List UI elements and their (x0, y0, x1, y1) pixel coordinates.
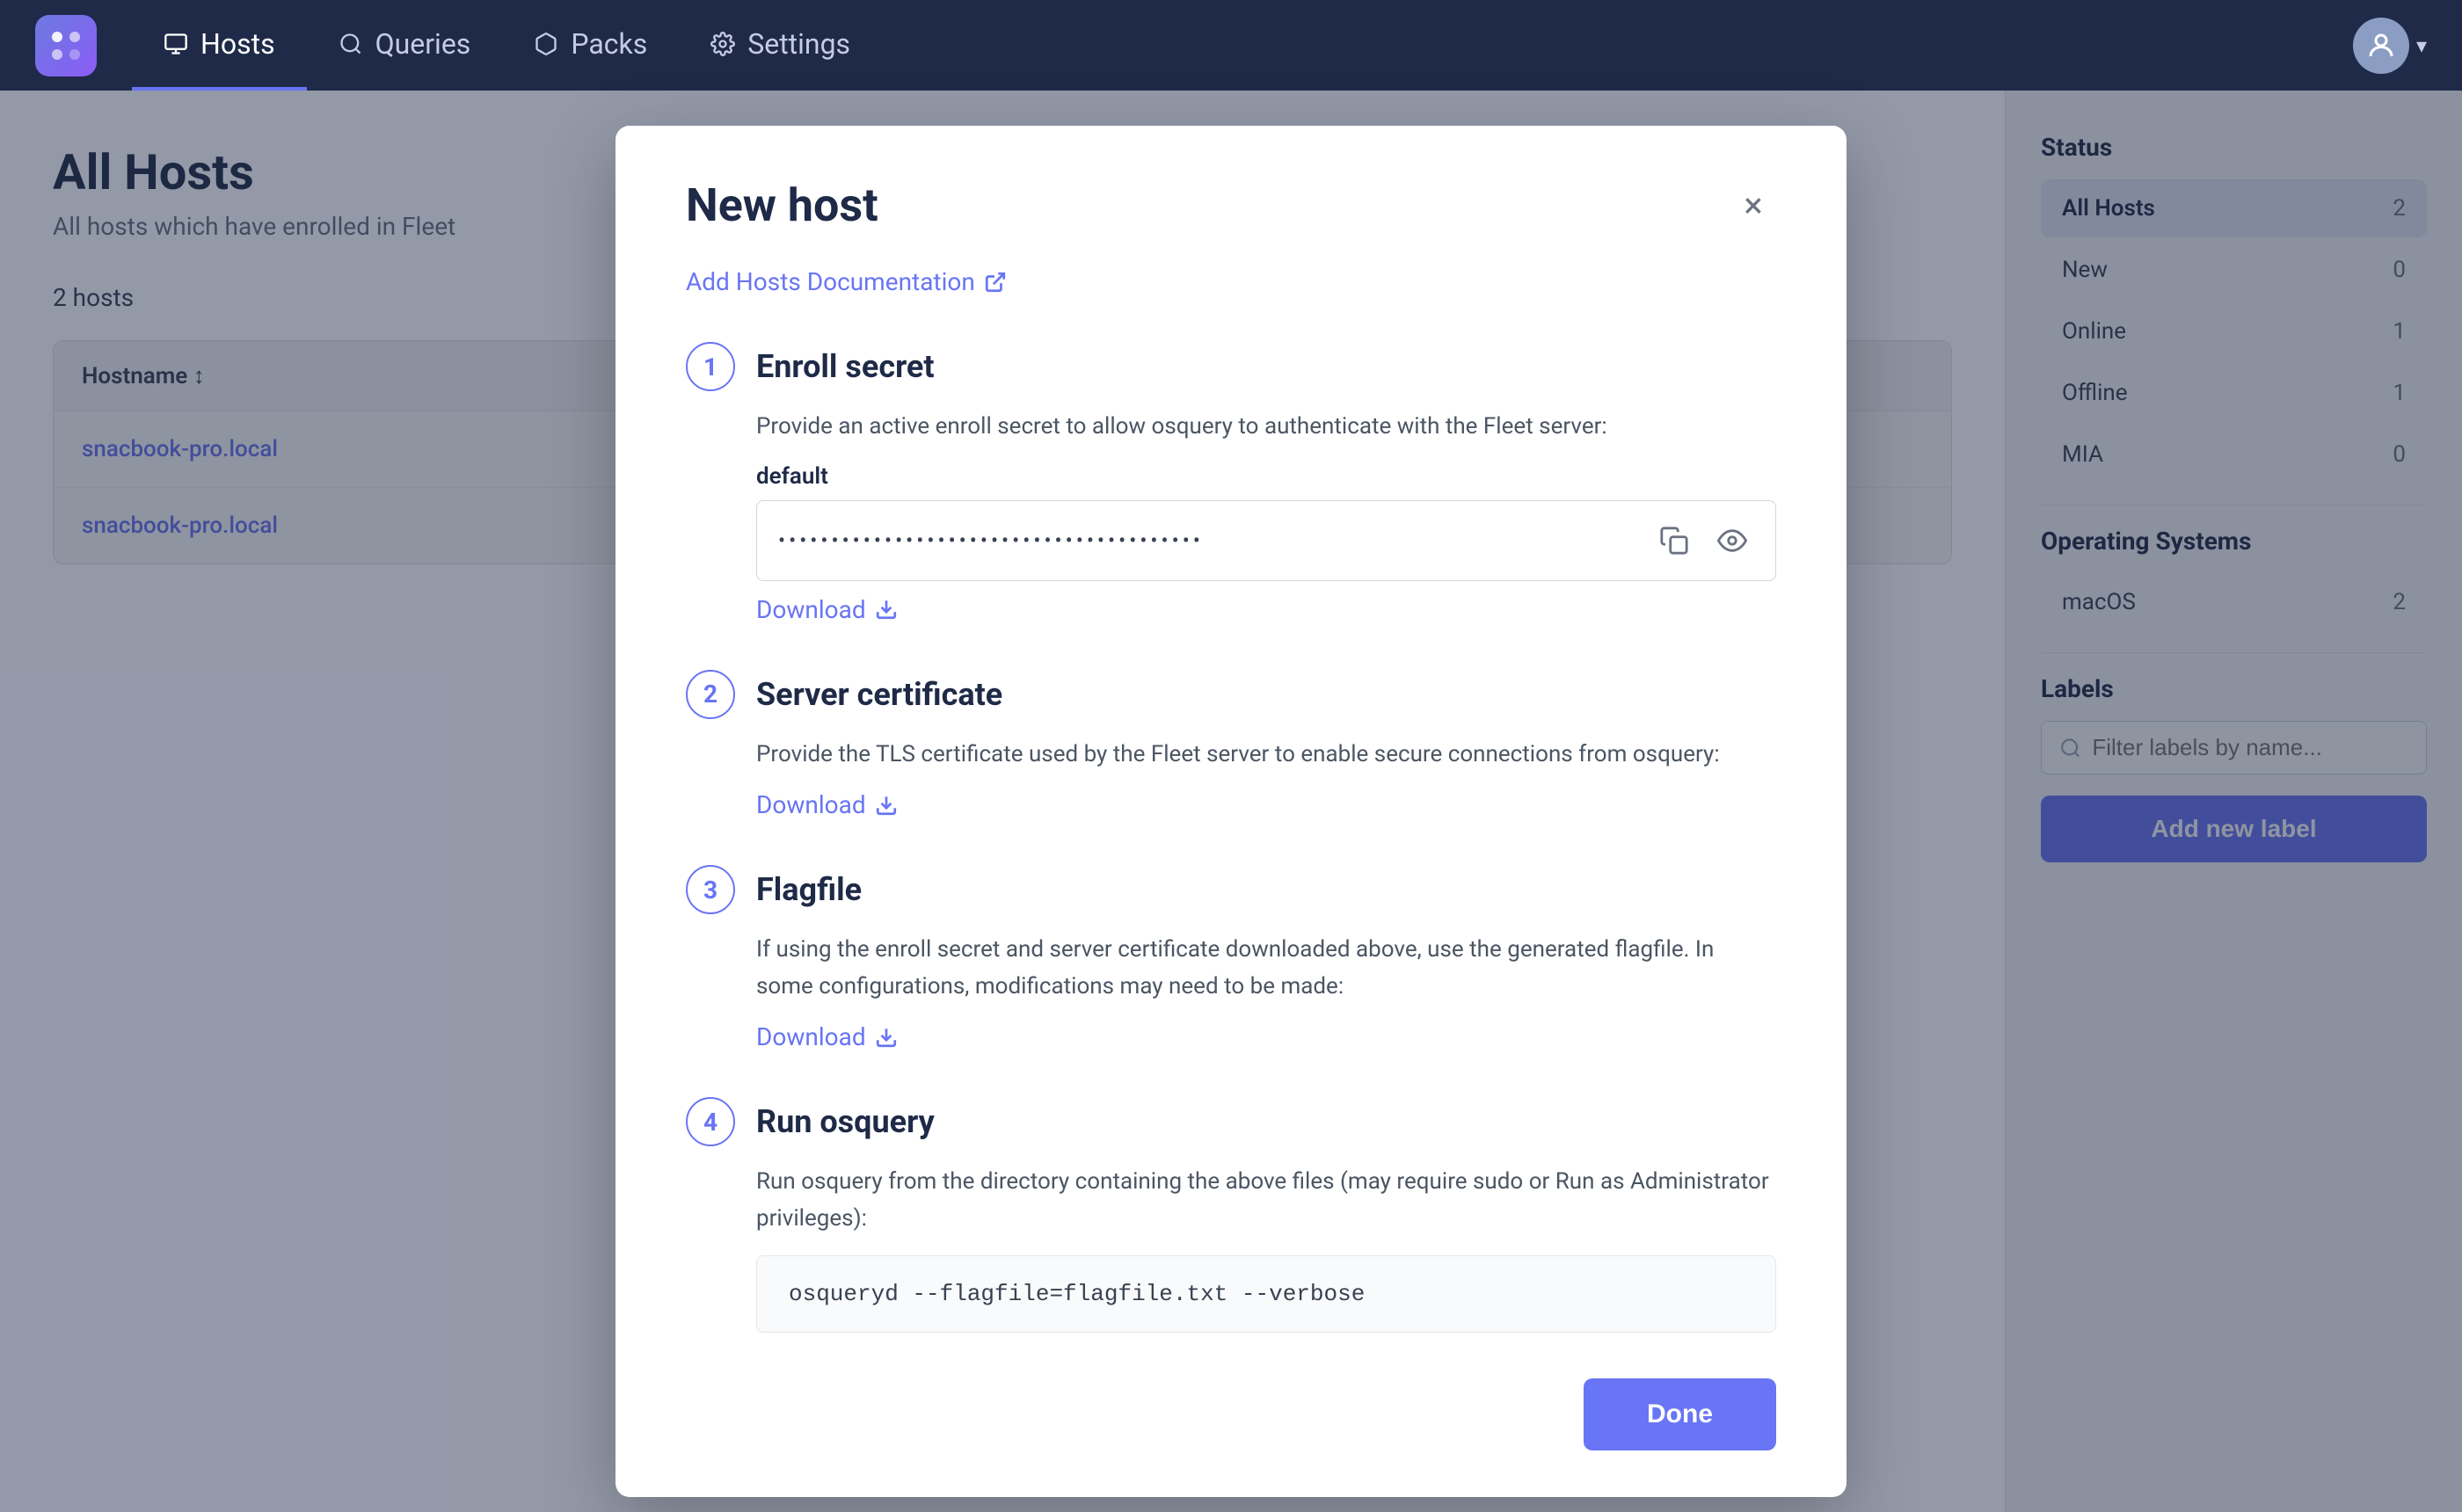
modal-footer: Done (686, 1378, 1776, 1450)
step-2-title: Server certificate (756, 676, 1002, 713)
step-1-title: Enroll secret (756, 348, 935, 385)
nav-queries-label: Queries (375, 27, 471, 61)
step-3-header: 3 Flagfile (686, 865, 1776, 914)
step-1-sublabel: default (756, 463, 1776, 490)
step-3-download-label: Download (756, 1022, 866, 1051)
modal-header: New host × (686, 178, 1776, 232)
step-3-title: Flagfile (756, 871, 862, 908)
step-2-number: 2 (686, 670, 735, 719)
new-host-modal: New host × Add Hosts Documentation 1 Enr… (616, 126, 1846, 1497)
modal-close-button[interactable]: × (1730, 183, 1776, 229)
step-4-number: 4 (686, 1097, 735, 1146)
step-3-number: 3 (686, 865, 735, 914)
secret-field: •••••••••••••••••••••••••••••••••••••••• (756, 500, 1776, 581)
toggle-secret-button[interactable] (1710, 519, 1754, 563)
step-2-header: 2 Server certificate (686, 670, 1776, 719)
copy-secret-button[interactable] (1652, 519, 1696, 563)
step-2-download-link[interactable]: Download (756, 790, 1776, 819)
step-3-download-link[interactable]: Download (756, 1022, 1776, 1051)
external-link-icon (984, 271, 1007, 294)
step-1-desc: Provide an active enroll secret to allow… (756, 409, 1776, 446)
user-menu-chevron[interactable]: ▾ (2416, 33, 2427, 58)
step-1-download-link[interactable]: Download (756, 595, 1776, 624)
nav-hosts[interactable]: Hosts (132, 0, 307, 91)
step-4-header: 4 Run osquery (686, 1097, 1776, 1146)
nav-hosts-label: Hosts (200, 27, 275, 61)
step-2-download-label: Download (756, 790, 866, 819)
app-logo[interactable] (35, 15, 97, 76)
done-button[interactable]: Done (1584, 1378, 1776, 1450)
step-4-title: Run osquery (756, 1103, 935, 1140)
step-1-header: 1 Enroll secret (686, 342, 1776, 391)
step-1-download-label: Download (756, 595, 866, 624)
nav-queries[interactable]: Queries (307, 0, 503, 91)
modal-title: New host (686, 178, 878, 232)
nav-packs[interactable]: Packs (502, 0, 679, 91)
docs-link-text: Add Hosts Documentation (686, 267, 975, 296)
step-2-desc: Provide the TLS certificate used by the … (756, 737, 1776, 774)
osquery-command: osqueryd --flagfile=flagfile.txt --verbo… (756, 1255, 1776, 1333)
docs-link[interactable]: Add Hosts Documentation (686, 267, 1776, 296)
step-3: 3 Flagfile If using the enroll secret an… (686, 865, 1776, 1051)
nav-packs-label: Packs (571, 27, 647, 61)
nav-settings-label: Settings (747, 27, 850, 61)
user-avatar[interactable] (2353, 18, 2409, 74)
secret-dots: •••••••••••••••••••••••••••••••••••••••• (778, 528, 1638, 553)
step-4-desc: Run osquery from the directory containin… (756, 1164, 1776, 1237)
nav-settings[interactable]: Settings (679, 0, 882, 91)
step-2: 2 Server certificate Provide the TLS cer… (686, 670, 1776, 820)
topnav: Hosts Queries Packs Settings ▾ (0, 0, 2462, 91)
step-4: 4 Run osquery Run osquery from the direc… (686, 1097, 1776, 1332)
step-3-desc: If using the enroll secret and server ce… (756, 932, 1776, 1005)
modal-overlay[interactable]: New host × Add Hosts Documentation 1 Enr… (0, 91, 2462, 1512)
step-1-number: 1 (686, 342, 735, 391)
step-1: 1 Enroll secret Provide an active enroll… (686, 342, 1776, 624)
